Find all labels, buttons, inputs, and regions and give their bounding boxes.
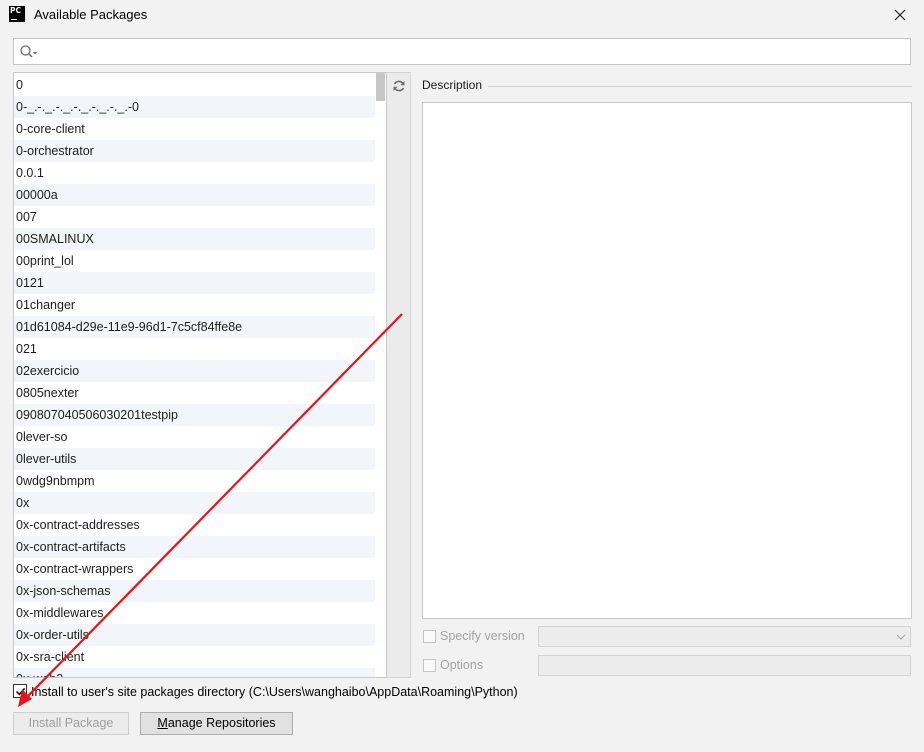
package-list-items: 0 0-_.-._.-._.-._.-._.-._.-0 0-core-client… <box>14 74 376 677</box>
install-to-user-checkbox[interactable] <box>13 684 27 698</box>
options-row: Options <box>423 655 913 677</box>
version-select[interactable] <box>538 626 911 647</box>
package-row[interactable]: 0-orchestrator <box>14 140 376 162</box>
package-row[interactable]: 0wdg9nbmpm <box>14 470 376 492</box>
scrollbar-thumb[interactable] <box>376 73 385 101</box>
package-row[interactable]: 00000a <box>14 184 376 206</box>
description-separator <box>486 86 912 87</box>
package-row[interactable]: 0x-json-schemas <box>14 580 376 602</box>
pycharm-logo-icon: PC <box>9 6 25 22</box>
list-toolbar <box>387 72 411 678</box>
list-scrollbar[interactable] <box>375 73 386 677</box>
package-row[interactable]: 0lever-so <box>14 426 376 448</box>
refresh-icon <box>393 80 405 92</box>
manage-repositories-button[interactable]: Manage Repositories <box>140 712 293 735</box>
specify-version-label: Specify version <box>440 629 525 643</box>
package-row[interactable]: 0x-contract-artifacts <box>14 536 376 558</box>
checkmark-icon <box>15 687 26 696</box>
options-field[interactable] <box>538 655 911 676</box>
package-row[interactable]: 02exercicio <box>14 360 376 382</box>
package-row[interactable]: 0 <box>14 74 376 96</box>
package-row[interactable]: 0lever-utils <box>14 448 376 470</box>
search-box[interactable] <box>13 38 911 65</box>
install-package-button[interactable]: Install Package <box>13 712 129 735</box>
specify-version-row: Specify version <box>423 626 913 648</box>
package-row[interactable]: 0x <box>14 492 376 514</box>
package-row[interactable]: 0x-contract-wrappers <box>14 558 376 580</box>
options-label: Options <box>440 658 484 672</box>
reload-list-button[interactable] <box>389 76 409 96</box>
chevron-down-icon <box>896 634 906 640</box>
description-label: Description <box>422 78 489 92</box>
package-row[interactable]: 00print_lol <box>14 250 376 272</box>
close-icon <box>894 9 906 21</box>
package-row[interactable]: 0x-web3 <box>14 668 376 677</box>
description-panel <box>422 102 912 619</box>
package-row[interactable]: 0-core-client <box>14 118 376 140</box>
package-row[interactable]: 0x-middlewares <box>14 602 376 624</box>
title-bar: PC Available Packages <box>0 0 924 30</box>
package-row[interactable]: 0x-sra-client <box>14 646 376 668</box>
search-input[interactable] <box>44 39 904 64</box>
install-to-user-label[interactable]: Install to user's site packages director… <box>31 685 518 699</box>
window-title: Available Packages <box>34 7 148 22</box>
mnemonic-letter: M <box>157 716 168 730</box>
package-row[interactable]: 0805nexter <box>14 382 376 404</box>
package-row[interactable]: 0x-order-utils <box>14 624 376 646</box>
package-list[interactable]: 0 0-_.-._.-._.-._.-._.-._.-0 0-core-client… <box>13 72 387 678</box>
package-row[interactable]: 01changer <box>14 294 376 316</box>
package-row[interactable]: 01d61084-d29e-11e9-96d1-7c5cf84ffe8e <box>14 316 376 338</box>
package-row[interactable]: 0x-contract-addresses <box>14 514 376 536</box>
package-row[interactable]: 021 <box>14 338 376 360</box>
manage-repositories-label: anage Repositories <box>167 716 276 730</box>
package-row[interactable]: 00SMALINUX <box>14 228 376 250</box>
package-row[interactable]: 0121 <box>14 272 376 294</box>
package-row[interactable]: 0.0.1 <box>14 162 376 184</box>
package-row[interactable]: 0-_.-._.-._.-._.-._.-._.-0 <box>14 96 376 118</box>
package-row[interactable]: 007 <box>14 206 376 228</box>
options-checkbox[interactable] <box>423 659 436 672</box>
specify-version-checkbox[interactable] <box>423 630 436 643</box>
package-row[interactable]: 090807040506030201testpip <box>14 404 376 426</box>
close-button[interactable] <box>886 2 914 28</box>
description-header: Description <box>422 78 912 94</box>
search-icon[interactable] <box>19 44 39 60</box>
